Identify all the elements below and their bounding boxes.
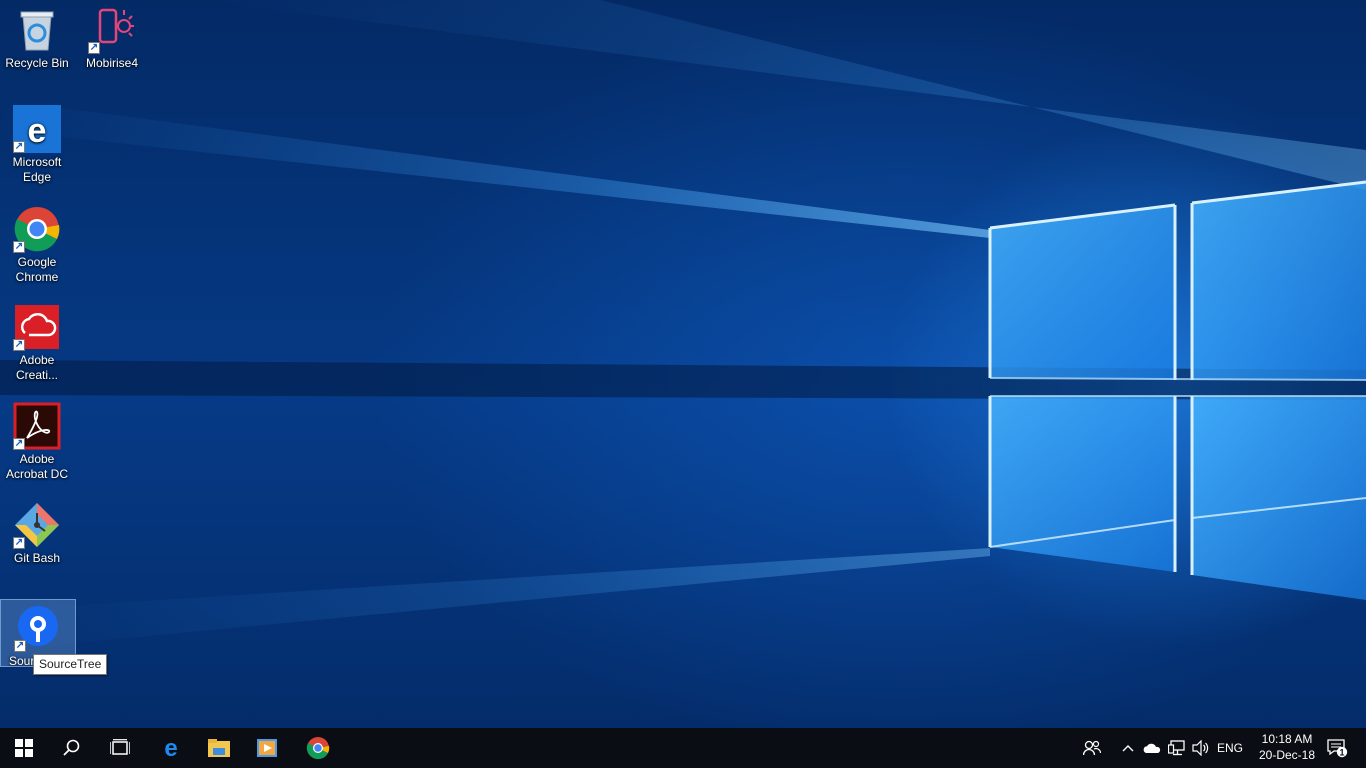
people-icon <box>1083 740 1101 756</box>
desktop-icon-label: Recycle Bin <box>5 56 69 70</box>
chrome-icon <box>306 737 330 760</box>
shortcut-arrow-icon: ↗ <box>13 438 25 450</box>
shortcut-arrow-icon: ↗ <box>13 537 25 549</box>
acrobat-icon: ↗ <box>13 402 61 450</box>
desktop-icon-adobe-acrobat[interactable]: ↗ Adobe Acrobat DC <box>0 402 74 482</box>
recycle-bin-icon <box>13 6 61 54</box>
taskbar: e ENG 10:18 AM 20-Dec-18 1 <box>0 728 1366 768</box>
sourcetree-tooltip: SourceTree <box>33 654 108 675</box>
sourcetree-icon: ↗ <box>14 604 62 652</box>
desktop-icon-recycle-bin[interactable]: Recycle Bin <box>0 6 74 71</box>
shortcut-arrow-icon: ↗ <box>13 141 25 153</box>
chevron-up-icon <box>1122 745 1134 752</box>
onedrive-icon <box>1143 743 1161 753</box>
input-language-button[interactable]: ENG <box>1215 728 1245 768</box>
clock-date: 20-Dec-18 <box>1258 748 1316 762</box>
clock-time: 10:18 AM <box>1261 732 1313 746</box>
network-icon <box>1168 740 1185 756</box>
notification-count: 1 <box>1339 748 1344 758</box>
taskbar-chrome-button[interactable] <box>294 728 342 768</box>
taskbar-file-explorer-button[interactable] <box>195 728 243 768</box>
desktop-icon-label: Microsoft Edge <box>12 155 62 184</box>
taskbar-edge-button[interactable]: e <box>147 728 195 768</box>
network-button[interactable] <box>1165 728 1189 768</box>
task-view-button[interactable] <box>96 728 144 768</box>
desktop-icon-label: Git Bash <box>13 551 61 565</box>
onedrive-button[interactable] <box>1140 728 1164 768</box>
media-player-icon <box>257 739 277 757</box>
shortcut-arrow-icon: ↗ <box>13 241 25 253</box>
desktop-icon-label: Adobe Creati... <box>15 353 58 382</box>
start-button[interactable] <box>0 728 48 768</box>
desktop-icon-microsoft-edge[interactable]: e ↗ Microsoft Edge <box>0 105 74 185</box>
windows-light-wallpaper <box>0 0 1366 650</box>
edge-icon: e <box>164 736 177 760</box>
desktop-icon-git-bash[interactable]: ↗ Git Bash <box>0 501 74 566</box>
creative-cloud-icon: ↗ <box>13 303 61 351</box>
search-icon <box>63 739 80 756</box>
git-icon: ↗ <box>13 501 61 549</box>
desktop-icon-google-chrome[interactable]: ↗ Google Chrome <box>0 205 74 285</box>
chrome-icon: ↗ <box>13 205 61 253</box>
shortcut-arrow-icon: ↗ <box>14 640 26 652</box>
notification-icon: 1 <box>1327 739 1348 758</box>
svg-text:e: e <box>164 736 177 760</box>
search-button[interactable] <box>48 728 96 768</box>
volume-button[interactable] <box>1189 728 1213 768</box>
edge-icon: e ↗ <box>13 105 61 153</box>
people-button[interactable] <box>1080 728 1104 768</box>
shortcut-arrow-icon: ↗ <box>13 339 25 351</box>
shortcut-arrow-icon: ↗ <box>88 42 100 54</box>
desktop-icon-mobirise[interactable]: ↗ Mobirise4 <box>75 6 149 71</box>
desktop-icon-label: Mobirise4 <box>85 56 139 70</box>
action-center-button[interactable]: 1 <box>1320 728 1354 768</box>
svg-text:e: e <box>28 112 47 150</box>
mobirise-icon: ↗ <box>88 6 136 54</box>
show-hidden-icons-button[interactable] <box>1118 728 1138 768</box>
clock-button[interactable]: 10:18 AM 20-Dec-18 <box>1252 731 1322 763</box>
desktop-icon-label: Adobe Acrobat DC <box>5 452 69 481</box>
desktop-wallpaper <box>0 0 1366 728</box>
taskbar-media-player-button[interactable] <box>243 728 291 768</box>
file-explorer-icon <box>208 739 230 757</box>
desktop-icon-label: Google Chrome <box>15 255 59 284</box>
desktop-icon-adobe-creative-cloud[interactable]: ↗ Adobe Creati... <box>0 303 74 383</box>
task-view-icon <box>110 739 130 755</box>
volume-icon <box>1192 740 1209 756</box>
windows-logo-icon <box>15 739 33 757</box>
